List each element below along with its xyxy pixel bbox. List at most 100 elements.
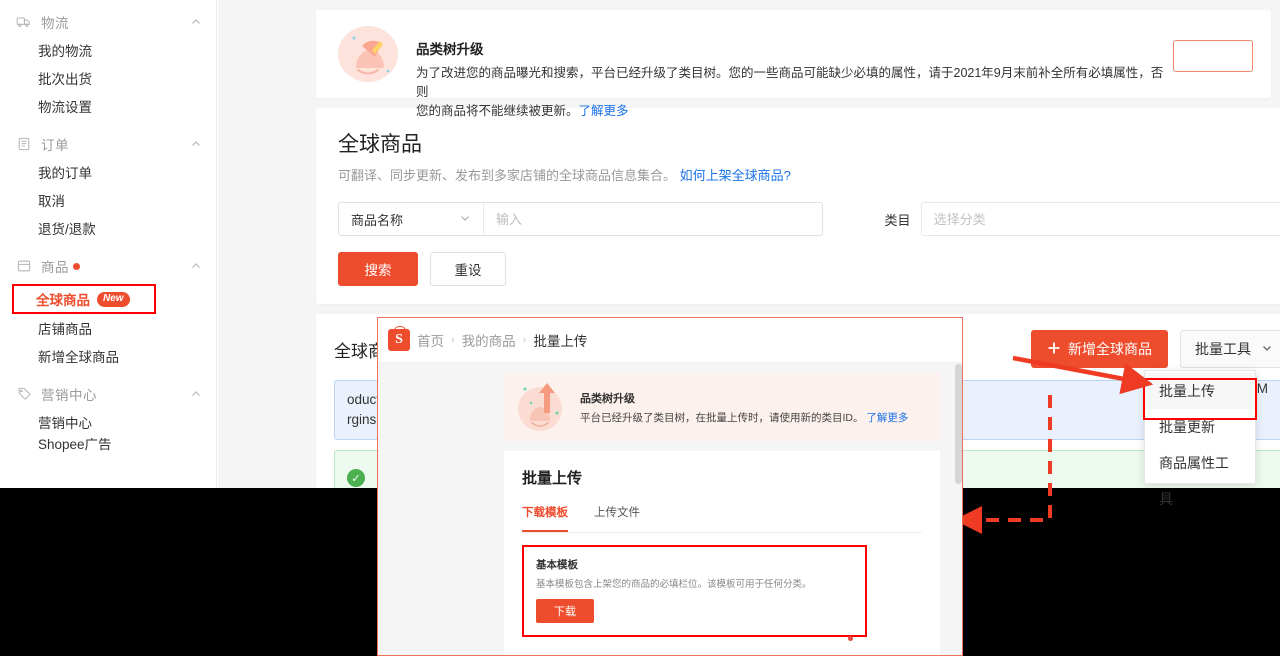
tab-download-template[interactable]: 下载模板 — [522, 504, 568, 532]
sidebar-group-marketing: 营销中心 营销中心 Shopee广告 — [0, 378, 216, 452]
search-button[interactable]: 搜索 — [338, 252, 418, 286]
reset-button[interactable]: 重设 — [430, 252, 506, 286]
banner-text: 为了改进您的商品曝光和搜索，平台已经升级了类目树。您的一些商品可能缺少必填的属性… — [416, 64, 1173, 121]
plus-icon — [1047, 341, 1061, 358]
bulk-tools-dropdown: 批量上传 批量更新 商品属性工具 — [1143, 370, 1257, 507]
filter-buttons: 搜索 重设 — [338, 252, 1280, 286]
dropdown-item-bulk-upload[interactable]: 批量上传 — [1145, 373, 1255, 409]
sidebar-group-orders: 订单 我的订单 取消 退货/退款 — [0, 128, 216, 244]
chevron-up-icon — [190, 388, 202, 400]
category-filter-label: 类目 — [884, 212, 911, 228]
modal-banner-illustration-icon — [512, 379, 570, 435]
basic-template-description: 基本模板包含上架您的商品的必填栏位。该模板可用于任何分类。 — [536, 579, 812, 590]
tag-icon — [16, 386, 32, 402]
chevron-up-icon — [190, 138, 202, 150]
sidebar-item-my-logistics[interactable]: 我的物流 — [0, 38, 216, 66]
modal-breadcrumb: S 首页 › 我的商品 › 批量上传 — [378, 318, 962, 363]
tab-upload-file[interactable]: 上传文件 — [594, 504, 640, 532]
modal-body: 品类树升级 平台已经升级了类目树，在批量上传时，请使用新的类目ID。 了解更多 … — [378, 363, 962, 655]
add-global-product-label: 新增全球商品 — [1068, 341, 1152, 357]
sidebar-group-label: 物流 — [41, 16, 69, 31]
modal-notice-text-span: 平台已经升级了类目树，在批量上传时，请使用新的类目ID。 — [580, 411, 864, 424]
breadcrumb-item-home[interactable]: 首页 — [417, 330, 444, 350]
dropdown-item-attribute-tool[interactable]: 商品属性工具 — [1145, 445, 1255, 507]
how-to-list-link[interactable]: 如何上架全球商品? — [680, 168, 791, 183]
basic-template-card: 基本模板 基本模板包含上架您的商品的必填栏位。该模板可用于任何分类。 下载 — [522, 545, 867, 637]
sidebar-item-add-global-product[interactable]: 新增全球商品 — [0, 344, 216, 372]
breadcrumb-separator-icon: › — [522, 334, 527, 346]
banner-illustration-icon — [334, 24, 404, 86]
sidebar-group-label: 订单 — [41, 138, 69, 153]
sidebar-item-logistics-settings[interactable]: 物流设置 — [0, 94, 216, 122]
modal-category-tree-notice: 品类树升级 平台已经升级了类目树，在批量上传时，请使用新的类目ID。 了解更多 — [504, 373, 940, 441]
box-icon — [16, 258, 32, 274]
modal-bulk-upload-panel: 批量上传 下载模板 上传文件 基本模板 基本模板包含上架您的商品的必填栏位。该模… — [504, 451, 940, 655]
bulk-upload-screenshot-overlay: S 首页 › 我的商品 › 批量上传 品类树升级 平台已经升级了类目树，在批量上… — [377, 317, 963, 656]
dropdown-item-bulk-update[interactable]: 批量更新 — [1145, 409, 1255, 445]
banner-learn-more-link[interactable]: 了解更多 — [579, 104, 629, 118]
modal-notice-title: 品类树升级 — [580, 392, 635, 405]
global-products-filter-card: 全球商品 可翻译、同步更新、发布到多家店铺的全球商品信息集合。 如何上架全球商品… — [316, 108, 1280, 304]
filter-row: 商品名称 类目 — [338, 202, 1280, 236]
breadcrumb-separator-icon: › — [451, 334, 455, 346]
sidebar-group-label: 商品 — [41, 256, 190, 276]
new-badge: New — [97, 291, 130, 307]
banner-text-line2: 您的商品将不能继续被更新。 — [416, 104, 579, 118]
sidebar-group-header-orders[interactable]: 订单 — [0, 128, 216, 160]
banner-title: 品类树升级 — [416, 42, 484, 57]
modal-notice-text: 平台已经升级了类目树，在批量上传时，请使用新的类目ID。 了解更多 — [580, 410, 908, 425]
sidebar-item-global-products[interactable]: 全球商品 New — [12, 284, 156, 314]
cursor-dot-marker — [848, 636, 853, 641]
basic-template-name: 基本模板 — [536, 559, 578, 571]
sidebar-group-header-marketing[interactable]: 营销中心 — [0, 378, 216, 410]
keyword-filter: 商品名称 — [338, 202, 823, 236]
modal-learn-more-link[interactable]: 了解更多 — [866, 412, 908, 424]
category-input[interactable] — [920, 202, 1280, 236]
banner-body: 品类树升级 为了改进您的商品曝光和搜索，平台已经升级了类目树。您的一些商品可能缺… — [416, 24, 1173, 121]
sidebar-group-header-logistics[interactable]: 物流 — [0, 6, 216, 38]
banner-text-line1: 为了改进您的商品曝光和搜索，平台已经升级了类目树。您的一些商品可能缺少必填的属性… — [416, 66, 1164, 99]
page-subtitle-text: 可翻译、同步更新、发布到多家店铺的全球商品信息集合。 — [338, 168, 677, 183]
sidebar-group-header-products[interactable]: 商品 — [0, 250, 216, 282]
banner-action-button[interactable] — [1173, 40, 1253, 72]
notification-dot-icon — [73, 263, 80, 270]
breadcrumb-item-my-products[interactable]: 我的商品 — [462, 330, 516, 350]
field-select-label: 商品名称 — [351, 212, 404, 228]
sidebar-group-products: 商品 全球商品 New 店铺商品 新增全球商品 — [0, 250, 216, 372]
sidebar-item-marketing-centre[interactable]: 营销中心 — [0, 410, 216, 438]
sidebar-group-label-text: 商品 — [41, 260, 69, 275]
sidebar-group-label: 营销中心 — [41, 388, 97, 403]
chevron-down-icon — [459, 212, 471, 227]
modal-scrollbar[interactable] — [955, 364, 962, 484]
shopee-logo-icon: S — [388, 326, 410, 351]
chevron-up-icon — [190, 16, 202, 28]
sidebar-item-shop-products[interactable]: 店铺商品 — [0, 316, 216, 344]
modal-notice-body: 品类树升级 平台已经升级了类目树，在批量上传时，请使用新的类目ID。 了解更多 — [580, 390, 908, 425]
check-circle-icon: ✓ — [347, 469, 365, 487]
sidebar-item-returns-refunds[interactable]: 退货/退款 — [0, 216, 216, 244]
modal-panel-title: 批量上传 — [522, 470, 583, 487]
truck-icon — [16, 14, 32, 30]
category-tree-banner: 品类树升级 为了改进您的商品曝光和搜索，平台已经升级了类目树。您的一些商品可能缺… — [316, 10, 1271, 118]
bulk-tools-label: 批量工具 — [1195, 341, 1251, 357]
breadcrumb-item-bulk-upload: 批量上传 — [533, 334, 588, 349]
sidebar-item-label: 全球商品 — [36, 293, 90, 308]
modal-tabs: 下载模板 上传文件 — [522, 504, 922, 533]
clipboard-icon — [16, 136, 32, 152]
add-global-product-button[interactable]: 新增全球商品 — [1031, 330, 1168, 368]
app-root: 物流 我的物流 批次出货 物流设置 订单 我的订单 取消 退货/退款 商品 全球… — [0, 0, 1280, 656]
download-template-button[interactable]: 下载 — [536, 599, 594, 623]
field-select[interactable]: 商品名称 — [339, 203, 484, 235]
sidebar-item-my-orders[interactable]: 我的订单 — [0, 160, 216, 188]
sidebar-item-batch-ship[interactable]: 批次出货 — [0, 66, 216, 94]
bulk-tools-button[interactable]: 批量工具 — [1180, 330, 1280, 368]
sidebar-item-shopee-ads[interactable]: Shopee广告 — [0, 438, 216, 452]
chevron-up-icon — [190, 260, 202, 272]
shopee-logo-letter: S — [395, 332, 403, 347]
page-title: 全球商品 — [338, 133, 422, 156]
sidebar-item-cancel[interactable]: 取消 — [0, 188, 216, 216]
sidebar-group-logistics: 物流 我的物流 批次出货 物流设置 — [0, 6, 216, 122]
keyword-input[interactable] — [484, 203, 822, 235]
page-subtitle: 可翻译、同步更新、发布到多家店铺的全球商品信息集合。 如何上架全球商品? — [338, 165, 1280, 184]
chevron-down-icon — [1261, 341, 1273, 357]
